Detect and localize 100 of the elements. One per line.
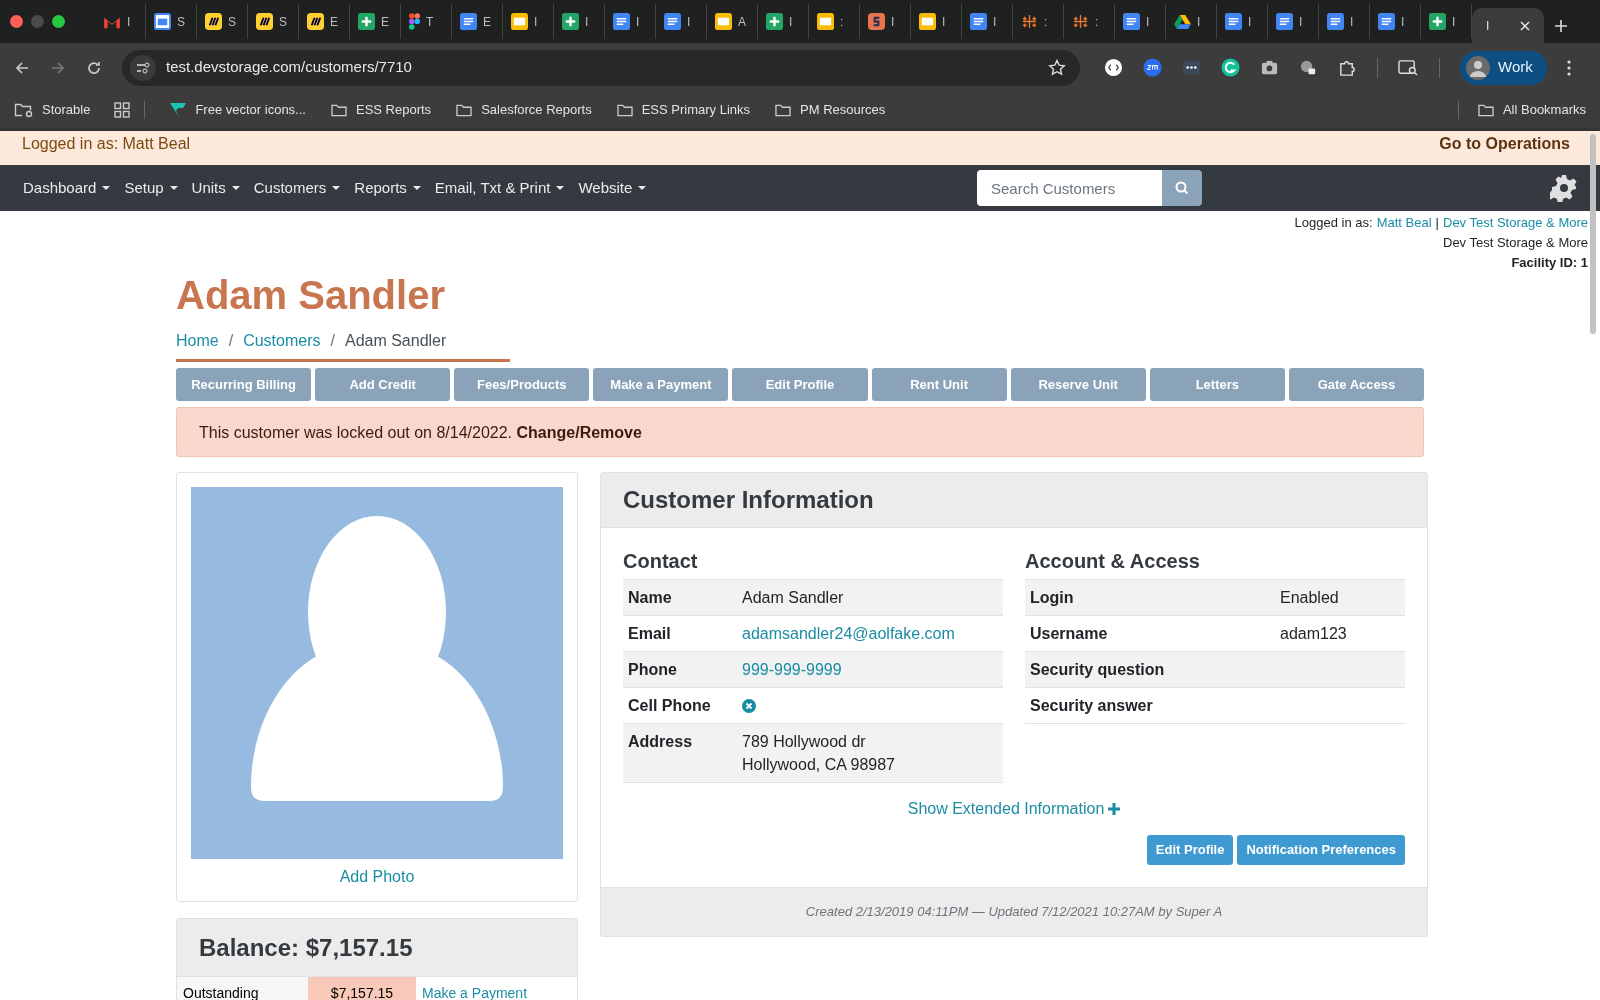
caret-icon bbox=[412, 186, 421, 190]
address-bar[interactable]: test.devstorage.com/customers/7710 bbox=[122, 49, 1080, 86]
user-link[interactable]: Matt Beal bbox=[1376, 213, 1432, 233]
breadcrumb-link[interactable]: Home bbox=[176, 329, 219, 353]
browser-tab[interactable]: I bbox=[1319, 4, 1370, 39]
nav-menu[interactable]: Dashboard bbox=[23, 176, 111, 200]
browser-tab[interactable]: I bbox=[1472, 8, 1544, 43]
browser-tab[interactable]: E bbox=[350, 4, 401, 39]
extension-icon[interactable] bbox=[1104, 58, 1123, 77]
browser-tab[interactable]: E bbox=[299, 4, 350, 39]
document-icon bbox=[1123, 13, 1140, 30]
slides-icon bbox=[919, 13, 936, 30]
slides-icon bbox=[511, 13, 528, 30]
browser-tab[interactable]: I bbox=[1166, 4, 1217, 39]
nav-menu[interactable]: Website bbox=[578, 176, 647, 200]
nav-menu[interactable]: Email, Txt & Print bbox=[434, 176, 565, 200]
browser-tab[interactable]: : bbox=[809, 4, 860, 39]
bookmark-item[interactable]: ESS Primary Links bbox=[615, 100, 751, 120]
browser-tab[interactable]: I bbox=[554, 4, 605, 39]
field-label: Username bbox=[1030, 624, 1109, 644]
scrollbar-thumb[interactable] bbox=[1590, 134, 1596, 334]
extension-icon[interactable] bbox=[1299, 58, 1318, 77]
add-photo-link[interactable]: Add Photo bbox=[339, 865, 415, 889]
browser-tab[interactable]: : bbox=[1013, 4, 1064, 39]
new-tab-icon[interactable] bbox=[1554, 18, 1568, 33]
browser-tab[interactable]: S bbox=[146, 4, 197, 39]
browser-tab[interactable]: I bbox=[95, 4, 146, 39]
bookmark-item[interactable]: All Bookmarks bbox=[1476, 100, 1586, 120]
star-icon[interactable] bbox=[1048, 58, 1066, 77]
nav-menu[interactable]: Customers bbox=[253, 176, 341, 200]
more-options-icon[interactable] bbox=[1566, 59, 1571, 76]
browser-tab[interactable]: S bbox=[197, 4, 248, 39]
browser-tab[interactable]: : bbox=[1064, 4, 1115, 39]
table-cell: Outstanding bbox=[177, 977, 308, 1000]
bookmark-item[interactable]: ESS Reports bbox=[329, 100, 432, 120]
browser-tab[interactable]: I bbox=[1421, 4, 1472, 39]
breadcrumb-separator: / bbox=[330, 331, 335, 351]
field-label: Security question bbox=[1030, 660, 1166, 680]
bookmark-item[interactable]: PM Resources bbox=[774, 100, 886, 120]
caret-icon bbox=[231, 186, 240, 190]
avatar-icon bbox=[1466, 55, 1490, 80]
bookmark-item[interactable]: Free vector icons... bbox=[169, 100, 306, 120]
nav-menu[interactable]: Reports bbox=[354, 176, 421, 200]
search-icon bbox=[1175, 181, 1189, 195]
search-button[interactable] bbox=[1162, 170, 1202, 206]
app-icon bbox=[868, 13, 885, 30]
caret-icon bbox=[332, 186, 341, 190]
show-extended-link[interactable]: Show Extended Information bbox=[907, 797, 1121, 821]
settings-icon[interactable] bbox=[1550, 174, 1578, 202]
reload-icon[interactable] bbox=[86, 59, 102, 76]
close-window-button[interactable] bbox=[10, 15, 23, 28]
browser-tab[interactable]: I bbox=[1268, 4, 1319, 39]
bookmark-item[interactable]: Salesforce Reports bbox=[455, 100, 592, 120]
document-icon bbox=[1378, 13, 1395, 30]
value-link[interactable]: adamsandler24@aolfake.com bbox=[742, 622, 955, 645]
document-icon bbox=[460, 13, 477, 30]
browser-tab[interactable]: A bbox=[707, 4, 758, 39]
apps-icon[interactable] bbox=[114, 102, 131, 118]
breadcrumb-link[interactable]: Customers bbox=[243, 329, 321, 353]
nav-menu[interactable]: Units bbox=[191, 176, 240, 200]
facility-link[interactable]: Dev Test Storage & More bbox=[1443, 213, 1588, 233]
browser-tab[interactable]: I bbox=[1217, 4, 1268, 39]
document-icon bbox=[1225, 13, 1242, 30]
value-link[interactable]: 999-999-9999 bbox=[742, 658, 842, 681]
browser-tab[interactable]: I bbox=[503, 4, 554, 39]
video-call-icon[interactable] bbox=[1143, 58, 1162, 77]
page-title: Adam Sandler bbox=[176, 272, 446, 319]
caret-icon bbox=[638, 186, 647, 190]
nav-menu[interactable]: Setup bbox=[124, 176, 178, 200]
puzzle-icon[interactable] bbox=[1338, 58, 1357, 77]
value-text: adam123 bbox=[1280, 624, 1347, 644]
writing-assistant-icon[interactable] bbox=[1221, 58, 1240, 77]
browser-tab[interactable]: I bbox=[1370, 4, 1421, 39]
search-field[interactable]: Search Customers bbox=[977, 170, 1162, 206]
make-payment-link[interactable]: Make a Payment bbox=[416, 977, 534, 1000]
browser-tab[interactable]: I bbox=[911, 4, 962, 39]
operations-link[interactable]: Go to Operations bbox=[1439, 132, 1570, 156]
browser-tab[interactable]: T bbox=[401, 4, 452, 39]
browser-tab[interactable]: I bbox=[860, 4, 911, 39]
browser-tab[interactable]: I bbox=[1115, 4, 1166, 39]
document-icon bbox=[1276, 13, 1293, 30]
browser-tab[interactable]: I bbox=[758, 4, 809, 39]
maximize-window-button[interactable] bbox=[52, 15, 65, 28]
browser-tab[interactable]: I bbox=[656, 4, 707, 39]
bookmark-item[interactable]: Storable bbox=[14, 100, 91, 120]
back-icon[interactable] bbox=[14, 59, 30, 76]
dots-icon[interactable] bbox=[1182, 58, 1201, 77]
search-tab-icon[interactable] bbox=[1398, 58, 1419, 77]
close-icon[interactable] bbox=[1520, 20, 1530, 31]
browser-tab[interactable]: I bbox=[605, 4, 656, 39]
browser-tab[interactable]: S bbox=[248, 4, 299, 39]
browser-tab[interactable]: I bbox=[962, 4, 1013, 39]
camera-icon[interactable] bbox=[1260, 58, 1279, 77]
amount-cell: $7,157.15 bbox=[308, 977, 416, 1000]
folder-icon bbox=[329, 102, 348, 118]
browser-tab[interactable]: E bbox=[452, 4, 503, 39]
forward-icon[interactable] bbox=[50, 59, 66, 76]
site-settings-icon[interactable] bbox=[130, 54, 156, 81]
profile-button[interactable]: Work bbox=[1460, 50, 1547, 85]
folder-icon bbox=[774, 102, 793, 118]
